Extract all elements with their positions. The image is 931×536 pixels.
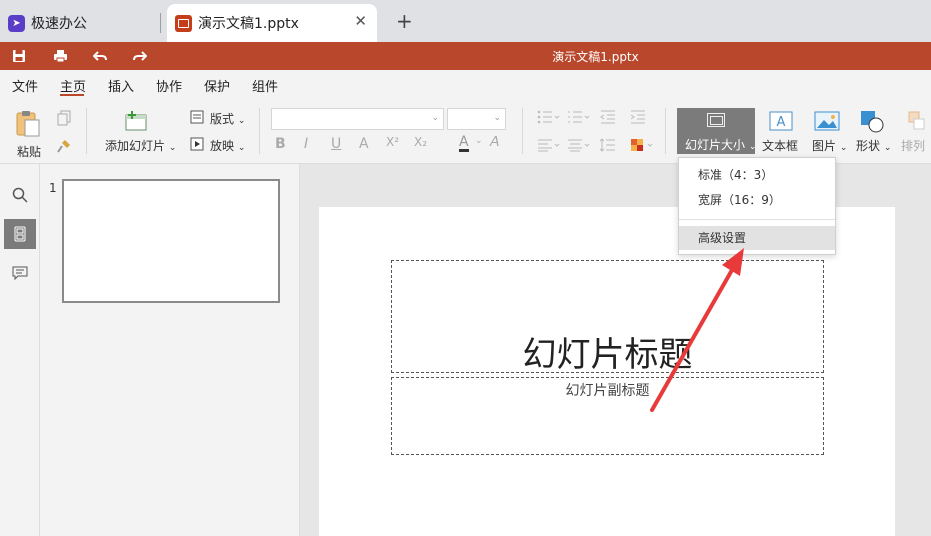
slide-size-label: 幻灯片大小 ⌄ — [685, 136, 756, 153]
ribbon-separator — [522, 108, 523, 154]
bold-button[interactable]: B — [275, 136, 286, 152]
slide-number: 1 — [49, 181, 57, 195]
slide-size-menu: 标准（4：3） 宽屏（16：9） 高级设置 — [678, 157, 836, 255]
tab-label: 极速办公 — [31, 16, 87, 32]
play-icon[interactable] — [190, 137, 204, 154]
editing-canvas: 幻灯片标题 幻灯片副标题 — [300, 164, 931, 536]
chevron-down-icon: ⌄ — [883, 143, 892, 153]
tab-separator — [160, 13, 161, 33]
arrange-icon[interactable] — [907, 110, 927, 135]
font-color-button[interactable]: A — [459, 135, 469, 152]
tab-label: 演示文稿1.pptx — [198, 16, 299, 32]
menu-divider — [679, 219, 835, 220]
tab-app-home[interactable]: ➤ 极速办公 — [8, 4, 158, 42]
chevron-down-icon: ⌄ — [237, 116, 246, 126]
underline-button[interactable]: U — [331, 136, 341, 152]
ribbon-toolbar: 粘贴 添加幻灯片 ⌄ 版式 ⌄ 放映 ⌄ ⌄ ⌄ B I U A X² X₂ A… — [0, 98, 931, 164]
chevron-down-icon: ⌄ — [748, 142, 757, 152]
slide-thumbnails-pane: 1 — [40, 164, 300, 536]
add-slide-label[interactable]: 添加幻灯片 ⌄ — [105, 137, 176, 154]
bullet-list-icon[interactable] — [537, 110, 561, 127]
chevron-down-icon: ⌄ — [839, 143, 848, 153]
font-family-select[interactable]: ⌄ — [271, 108, 444, 130]
numbered-list-icon[interactable] — [567, 110, 591, 127]
shading-color-icon[interactable] — [630, 138, 654, 155]
ribbon-separator — [665, 108, 666, 154]
title-bar: 演示文稿1.pptx — [0, 42, 931, 70]
textbox-label[interactable]: 文本框 — [762, 137, 798, 154]
subtitle-placeholder[interactable]: 幻灯片副标题 — [391, 377, 824, 455]
slide[interactable]: 幻灯片标题 幻灯片副标题 — [319, 207, 895, 536]
strikethrough-button[interactable]: A — [359, 136, 369, 152]
menu-protect[interactable]: 保护 — [204, 76, 230, 95]
slide-title: 幻灯片标题 — [522, 335, 693, 375]
title-placeholder[interactable]: 幻灯片标题 — [391, 260, 824, 375]
highlight-icon[interactable]: 𝘈 — [490, 134, 500, 150]
search-icon[interactable] — [4, 180, 36, 210]
add-slide-text: 添加幻灯片 — [105, 139, 166, 153]
font-size-select[interactable]: ⌄ — [447, 108, 506, 130]
align-center-icon[interactable] — [567, 138, 591, 155]
comments-icon[interactable] — [4, 258, 36, 288]
rocket-app-icon: ➤ — [8, 14, 25, 32]
image-text: 图片 — [812, 139, 837, 153]
chevron-down-icon: ⌄ — [431, 113, 439, 123]
paste-label: 粘贴 — [17, 145, 42, 159]
close-icon[interactable]: ✕ — [354, 12, 367, 30]
chevron-down-icon: ⌄ — [237, 143, 246, 153]
line-spacing-icon[interactable] — [599, 138, 624, 155]
slides-panel-icon[interactable] — [4, 219, 36, 249]
arrange-label[interactable]: 排列 — [901, 137, 925, 154]
image-label[interactable]: 图片 ⌄ — [812, 137, 847, 154]
layout-text: 版式 — [210, 112, 235, 126]
format-painter-icon[interactable] — [56, 138, 72, 157]
menu-home[interactable]: 主页 — [60, 76, 86, 95]
copy-icon[interactable] — [56, 110, 72, 129]
new-tab-button[interactable]: + — [396, 9, 413, 33]
add-slide-icon[interactable] — [124, 110, 148, 135]
active-tab-indicator — [60, 94, 84, 96]
slide-subtitle: 幻灯片副标题 — [565, 383, 650, 399]
shape-label[interactable]: 形状 ⌄ — [856, 137, 891, 154]
shape-icon[interactable] — [860, 110, 886, 137]
menu-bar: 文件 主页 插入 协作 保护 组件 — [0, 70, 931, 98]
menu-file[interactable]: 文件 — [12, 76, 38, 95]
menu-components[interactable]: 组件 — [252, 76, 278, 95]
slide-size-icon — [707, 113, 725, 127]
layout-icon[interactable] — [190, 110, 204, 127]
italic-button[interactable]: I — [304, 136, 308, 152]
menu-collaborate[interactable]: 协作 — [156, 76, 182, 95]
ribbon-separator — [259, 108, 260, 154]
play-text: 放映 — [210, 139, 235, 153]
slide-size-button[interactable]: 幻灯片大小 ⌄ — [677, 108, 756, 154]
image-icon[interactable] — [814, 110, 840, 135]
increase-indent-icon[interactable] — [630, 110, 646, 127]
ppt-file-icon — [175, 14, 192, 32]
left-sidebar — [0, 164, 40, 536]
subscript-button[interactable]: X₂ — [414, 135, 427, 149]
menu-item-standard-4-3[interactable]: 标准（4：3） — [679, 163, 835, 187]
svg-text:A: A — [777, 115, 786, 130]
browser-tab-strip: ➤ 极速办公 演示文稿1.pptx ✕ + — [0, 0, 931, 42]
paste-icon[interactable] — [14, 109, 42, 140]
chevron-down-icon[interactable]: ⌄ — [475, 136, 483, 146]
layout-label[interactable]: 版式 ⌄ — [210, 110, 245, 127]
textbox-icon[interactable]: A — [768, 110, 794, 135]
chevron-down-icon: ⌄ — [493, 113, 501, 123]
shape-text: 形状 — [856, 139, 881, 153]
play-label[interactable]: 放映 ⌄ — [210, 137, 245, 154]
slide-thumbnail[interactable] — [62, 179, 280, 303]
align-left-icon[interactable] — [537, 138, 561, 155]
menu-insert[interactable]: 插入 — [108, 76, 134, 95]
menu-item-widescreen-16-9[interactable]: 宽屏（16：9） — [679, 188, 835, 212]
slide-size-text: 幻灯片大小 — [685, 138, 746, 152]
superscript-button[interactable]: X² — [386, 135, 399, 149]
chevron-down-icon: ⌄ — [168, 143, 177, 153]
tab-document[interactable]: 演示文稿1.pptx ✕ — [167, 4, 377, 42]
document-title: 演示文稿1.pptx — [552, 50, 639, 64]
ribbon-separator — [86, 108, 87, 154]
menu-item-advanced-settings[interactable]: 高级设置 — [679, 226, 835, 250]
decrease-indent-icon[interactable] — [600, 110, 616, 127]
